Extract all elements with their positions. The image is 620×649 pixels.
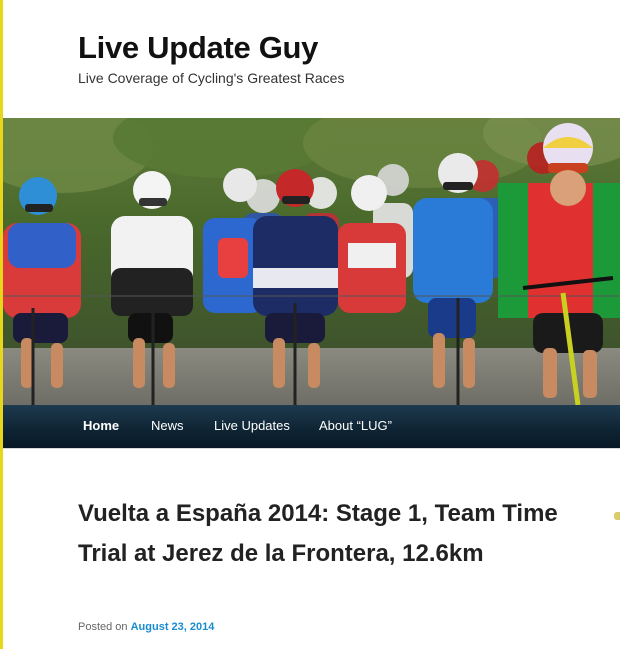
nav-item-home[interactable]: Home <box>83 418 119 433</box>
post-title[interactable]: Vuelta a España 2014: Stage 1, Team Time… <box>78 494 558 574</box>
nav-item-about-lug[interactable]: About “LUG” <box>319 418 392 433</box>
posted-on-label: Posted on <box>78 621 128 633</box>
nav-item-live-updates[interactable]: Live Updates <box>214 418 290 433</box>
post-date-link[interactable]: August 23, 2014 <box>131 621 215 633</box>
post-meta: Posted on August 23, 2014 <box>78 621 214 633</box>
site-title[interactable]: Live Update Guy <box>78 30 318 66</box>
site-tagline: Live Coverage of Cycling's Greatest Race… <box>78 70 345 86</box>
header-image[interactable] <box>3 118 620 405</box>
nav-item-news[interactable]: News <box>151 418 184 433</box>
cycling-peloton-photo <box>3 118 620 405</box>
main-nav: Home News Live Updates About “LUG” <box>3 405 620 449</box>
page: Live Update Guy Live Coverage of Cycling… <box>0 0 620 649</box>
sidebar-edge-marker <box>614 512 620 520</box>
